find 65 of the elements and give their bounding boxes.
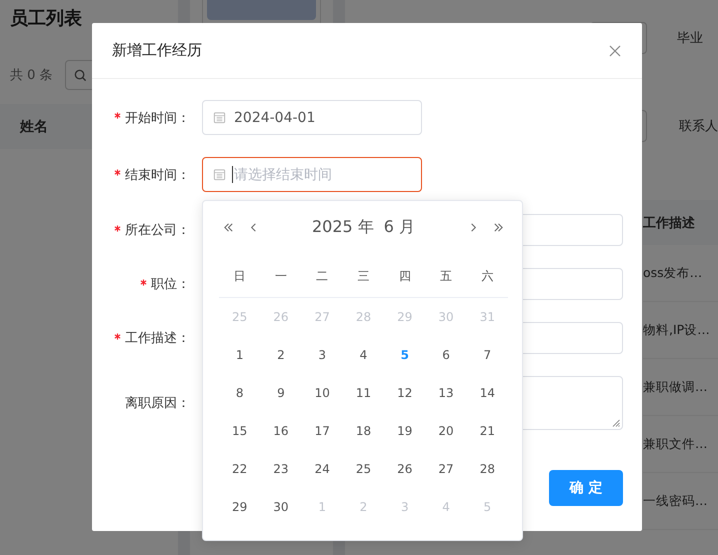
double-chevron-right-icon[interactable] (493, 222, 504, 232)
calendar-day[interactable]: 26 (394, 462, 416, 476)
calendar-day[interactable]: 10 (312, 386, 333, 400)
date-field[interactable]: 请选择结束时间 (202, 157, 422, 192)
dialog-title: 新增工作经历 (112, 41, 202, 60)
weekday-label: 日 (232, 268, 247, 284)
calendar-day[interactable]: 4 (356, 348, 370, 362)
calendar-day[interactable]: 22 (229, 462, 250, 476)
calendar-day[interactable]: 29 (229, 500, 250, 514)
year-label[interactable]: 2025 年 (312, 216, 374, 238)
calendar-day[interactable]: 8 (232, 386, 246, 400)
calendar-day[interactable]: 23 (270, 462, 292, 476)
search-icon (74, 68, 87, 82)
column-header: 姓名 (20, 118, 48, 136)
field-label: 联系人 (679, 118, 718, 135)
weekday-label: 六 (480, 268, 494, 284)
field-label: 工作描述： (125, 330, 190, 347)
calendar-day[interactable]: 1 (232, 348, 246, 362)
table-cell: 兼职做调… (643, 378, 708, 396)
calendar-icon (213, 168, 226, 181)
weekday-label: 五 (439, 268, 454, 284)
field-label: 毕业 (677, 30, 703, 47)
calendar-day[interactable]: 6 (439, 348, 453, 362)
field-label: 开始时间： (125, 110, 190, 126)
table-cell: oss发布… (643, 264, 702, 282)
calendar-icon (213, 111, 226, 124)
calendar-day[interactable]: 13 (435, 386, 457, 400)
column-header: 工作描述 (643, 214, 695, 232)
calendar-day[interactable]: 19 (394, 424, 416, 438)
calendar-day[interactable]: 15 (229, 424, 250, 438)
field-label: 离职原因： (125, 395, 190, 412)
weekday-label: 一 (274, 268, 288, 284)
calendar-day[interactable]: 28 (476, 462, 498, 476)
field-label: 职位： (151, 276, 190, 293)
calendar-day[interactable]: 17 (312, 424, 333, 438)
date-field[interactable]: 2024-04-01 (202, 100, 422, 135)
weekday-label: 三 (356, 268, 370, 284)
resize-icon (612, 419, 620, 427)
field-label: 结束时间： (125, 166, 190, 184)
weekday-label: 二 (315, 268, 330, 284)
double-chevron-left-icon[interactable] (223, 222, 234, 232)
record-count: 共 0 条 (10, 67, 53, 84)
table-cell: 兼职文件… (643, 436, 708, 452)
close-icon[interactable] (609, 44, 621, 56)
calendar-day[interactable]: 12 (394, 386, 416, 400)
calendar-day[interactable]: 16 (270, 424, 292, 438)
calendar-day[interactable]: 14 (476, 386, 498, 400)
calendar-day[interactable]: 30 (270, 500, 292, 514)
calendar-day[interactable]: 18 (352, 424, 374, 438)
month-label[interactable]: 6 月 (384, 216, 416, 238)
calendar-day[interactable]: 24 (312, 462, 333, 476)
calendar-day[interactable]: 27 (435, 462, 457, 476)
field-label: 所在公司： (125, 222, 190, 239)
weekday-label: 四 (398, 268, 412, 284)
table-cell: 物料,IP设… (643, 322, 710, 338)
calendar-day[interactable]: 11 (352, 386, 374, 400)
table-cell: 一线密码… (643, 492, 708, 510)
calendar-day[interactable]: 20 (435, 424, 457, 438)
calendar-day[interactable]: 7 (480, 348, 494, 362)
calendar-day[interactable]: 21 (476, 424, 498, 438)
calendar-day[interactable]: 9 (274, 386, 288, 400)
calendar-day[interactable]: 3 (315, 348, 330, 362)
calendar-day[interactable]: 2 (274, 348, 288, 362)
page-title: 员工列表 (10, 7, 83, 30)
calendar-day[interactable]: 25 (352, 462, 374, 476)
